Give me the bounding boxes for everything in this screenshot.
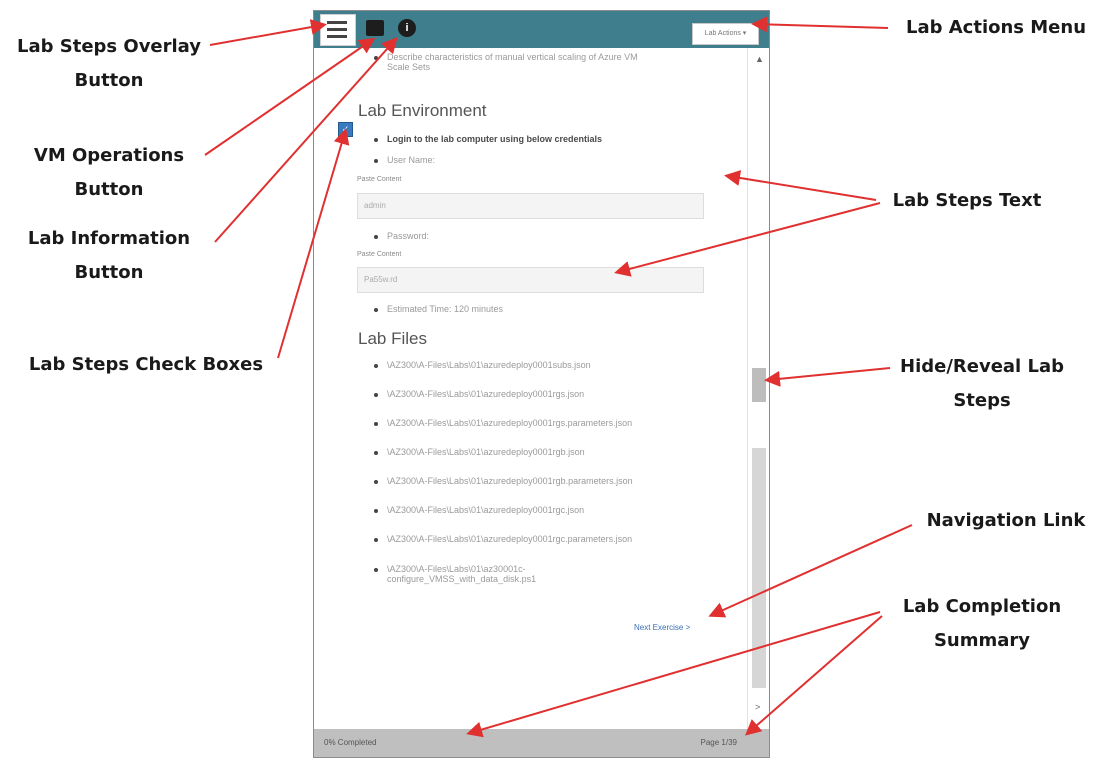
callout-lab-steps-overlay: Lab Steps Overlay Button — [4, 30, 214, 98]
callout-vm-operations: VM Operations Button — [4, 139, 214, 207]
callout-lab-completion: Lab Completion Summary — [872, 590, 1092, 658]
arrow-text-1 — [724, 170, 877, 201]
callout-line: Lab Completion — [902, 596, 1062, 617]
callout-navigation-link: Navigation Link — [926, 510, 1086, 531]
callout-line: Hide/Reveal Lab — [900, 356, 1064, 377]
callout-line: Lab Steps Overlay — [16, 36, 202, 57]
callout-line: Button — [74, 179, 144, 200]
callout-line: Button — [74, 70, 144, 91]
callout-lab-information: Lab Information Button — [4, 222, 214, 290]
callout-line: Summary — [933, 630, 1031, 651]
callout-line: Lab Information — [27, 228, 191, 249]
callout-line: VM Operations — [33, 145, 185, 166]
arrow-completion-2 — [744, 615, 883, 736]
arrow-checkbox — [277, 128, 350, 359]
callout-hide-reveal: Hide/Reveal Lab Steps — [872, 350, 1092, 418]
callout-lab-steps-text: Lab Steps Text — [892, 190, 1042, 211]
arrow-vm — [204, 37, 376, 156]
arrow-overlay — [209, 19, 327, 46]
arrow-info — [214, 37, 398, 243]
callout-lab-steps-checkboxes: Lab Steps Check Boxes — [28, 354, 264, 375]
callout-lab-actions-menu: Lab Actions Menu — [905, 17, 1087, 38]
arrow-text-2 — [614, 202, 881, 277]
arrow-actions — [751, 16, 889, 33]
callout-line: Button — [74, 262, 144, 283]
callout-line: Steps — [953, 390, 1011, 411]
